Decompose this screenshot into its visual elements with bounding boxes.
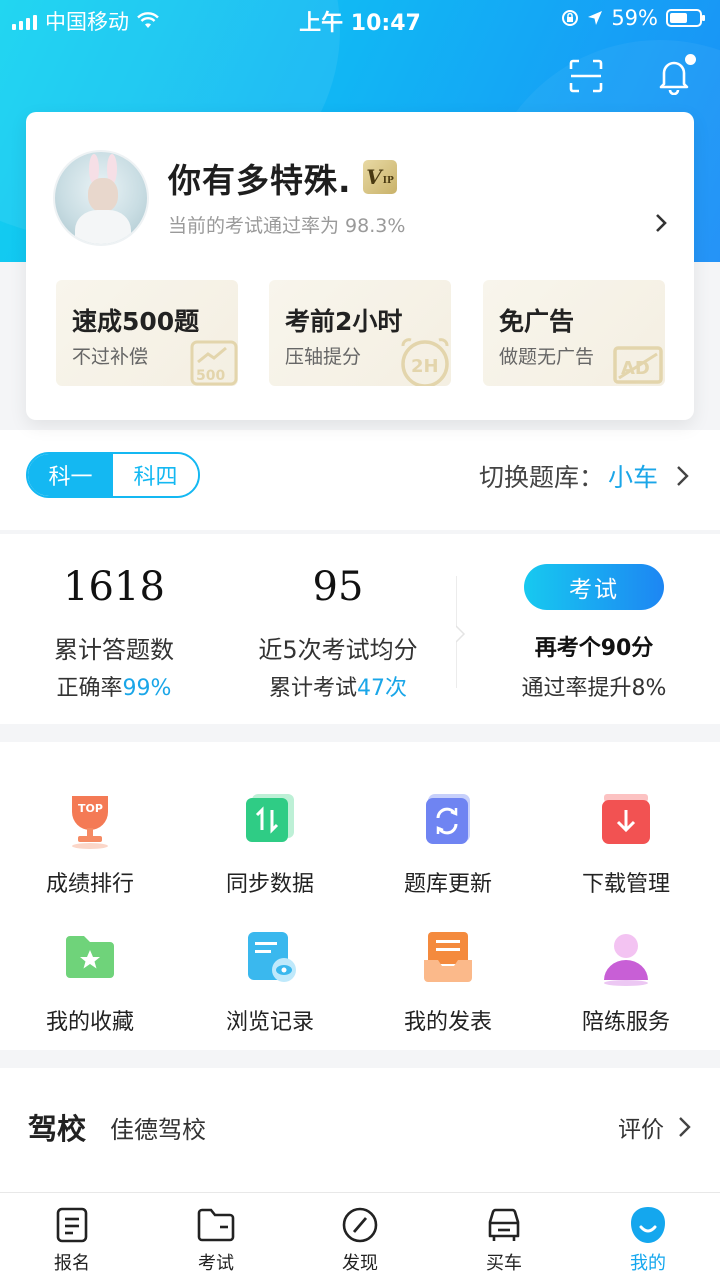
- signup-icon: [52, 1205, 92, 1245]
- star-folder-icon: [60, 928, 120, 988]
- sync-icon: [240, 790, 300, 850]
- me-icon: [628, 1205, 668, 1245]
- avatar[interactable]: [53, 150, 149, 246]
- tool-favorites[interactable]: 我的收藏: [0, 928, 180, 1036]
- chevron-right-icon[interactable]: [654, 212, 668, 234]
- scan-button[interactable]: [562, 52, 610, 100]
- tool-downloads[interactable]: 下载管理: [536, 790, 716, 898]
- tab-me[interactable]: 我的: [576, 1193, 720, 1280]
- battery-icon: [666, 9, 705, 27]
- refresh-icon: [418, 790, 478, 850]
- username: 你有多特殊.: [168, 161, 352, 200]
- switch-bank-label: 切换题库：: [478, 463, 604, 492]
- download-icon: [596, 790, 656, 850]
- driving-school-row[interactable]: 驾校 佳德驾校 评价: [0, 1068, 720, 1192]
- retake-text: 再考个90分: [534, 636, 654, 661]
- exam-button[interactable]: 考试: [524, 564, 664, 610]
- vip-badge: V IP: [363, 160, 397, 194]
- scan-icon: [569, 59, 603, 93]
- svg-text:TOP: TOP: [78, 802, 103, 815]
- exam-folder-icon: [196, 1205, 236, 1245]
- notification-dot: [685, 54, 696, 65]
- chevron-right-icon: [679, 1117, 691, 1137]
- clock-badge-icon: 2H: [401, 338, 449, 386]
- tools-grid: TOP 成绩排行 同步数据 题库更新 下载管理 我的收藏 浏览记录 我的发表 陪…: [0, 742, 720, 1050]
- perk-no-ads[interactable]: 免广告 做题无广告 AD: [483, 280, 665, 386]
- tab-exam[interactable]: 考试: [144, 1193, 288, 1280]
- switch-bank-value: 小车: [607, 463, 658, 492]
- coach-icon: [596, 928, 656, 988]
- status-bar: 中国移动 上午 10:47 59%: [0, 0, 720, 36]
- chart-badge-icon: 500: [190, 340, 238, 386]
- pass-rate-text: 当前的考试通过率为 98.3%: [168, 215, 406, 237]
- chevron-right-icon: [677, 466, 689, 486]
- history-icon: [240, 928, 300, 988]
- car-icon: [484, 1205, 524, 1245]
- svg-text:500: 500: [196, 368, 225, 384]
- answered-count: 1618: [63, 564, 165, 610]
- switch-bank-button[interactable]: 切换题库： 小车: [479, 458, 690, 494]
- perk-fast-500[interactable]: 速成500题 不过补偿 500: [56, 280, 238, 386]
- tab-subject-1[interactable]: 科一: [28, 454, 113, 496]
- trophy-icon: TOP: [60, 790, 120, 850]
- answered-label: 累计答题数: [54, 636, 174, 664]
- avg-score: 95: [312, 564, 364, 610]
- perk-pre-exam-2h[interactable]: 考前2小时 压轴提分 2H: [269, 280, 451, 386]
- avg-score-label: 近5次考试均分: [258, 636, 418, 664]
- tool-ranking[interactable]: TOP 成绩排行: [0, 790, 180, 898]
- tab-signup[interactable]: 报名: [0, 1193, 144, 1280]
- review-button[interactable]: 评价: [618, 1110, 692, 1144]
- boost-text: 通过率提升8%: [521, 676, 667, 701]
- tab-discover[interactable]: 发现: [288, 1193, 432, 1280]
- subject-segment: 科一 科四: [26, 452, 200, 498]
- tab-buy-car[interactable]: 买车: [432, 1193, 576, 1280]
- tool-history[interactable]: 浏览记录: [180, 928, 360, 1036]
- tab-subject-4[interactable]: 科四: [113, 454, 198, 496]
- driving-school-heading: 驾校: [28, 1112, 87, 1146]
- tool-coach-service[interactable]: 陪练服务: [536, 928, 716, 1036]
- accuracy-text: 正确率99%: [56, 676, 172, 701]
- battery-percent: 59%: [611, 6, 658, 30]
- tray-icon: [418, 928, 478, 988]
- tool-bank-update[interactable]: 题库更新: [358, 790, 538, 898]
- svg-text:2H: 2H: [411, 356, 439, 377]
- tool-sync[interactable]: 同步数据: [180, 790, 360, 898]
- profile-card[interactable]: 你有多特殊. V IP 当前的考试通过率为 98.3% 速成500题 不过补偿 5…: [26, 112, 694, 420]
- notifications-button[interactable]: [650, 52, 698, 100]
- compass-icon: [340, 1205, 380, 1245]
- location-icon: [588, 11, 603, 25]
- divider-notch-icon: [456, 625, 466, 643]
- driving-school-name: 佳德驾校: [110, 1116, 206, 1144]
- bottom-tab-bar: 报名 考试 发现 买车 我的: [0, 1192, 720, 1280]
- stats-panel: 1618 累计答题数 正确率99% 95 近5次考试均分 累计考试47次 考试 …: [0, 534, 720, 724]
- lock-rotation-icon: [562, 10, 579, 26]
- no-ad-badge-icon: AD: [613, 346, 663, 384]
- exam-count-text: 累计考试47次: [268, 676, 407, 701]
- tool-my-posts[interactable]: 我的发表: [358, 928, 538, 1036]
- subject-row: 科一 科四 切换题库： 小车: [0, 430, 720, 530]
